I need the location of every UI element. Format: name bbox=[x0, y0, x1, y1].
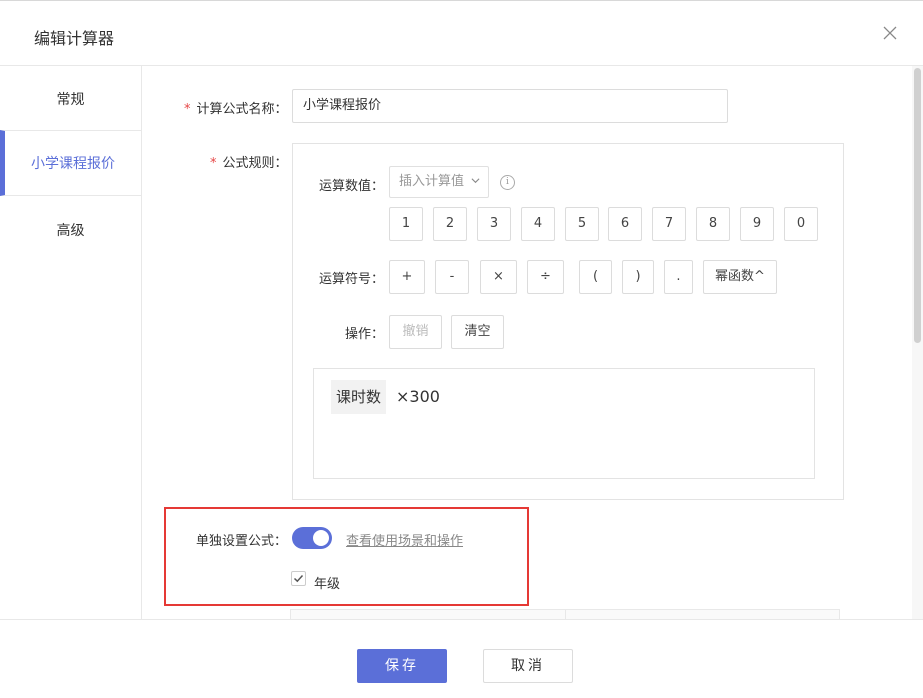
separate-formula-label: 单独设置公式： bbox=[196, 534, 288, 549]
digit-key-1[interactable]: 1 bbox=[389, 207, 423, 241]
clear-button[interactable]: 清空 bbox=[451, 315, 504, 349]
digit-key-2[interactable]: 2 bbox=[433, 207, 467, 241]
highlight-box bbox=[164, 507, 529, 606]
digit-key-8[interactable]: 8 bbox=[696, 207, 730, 241]
digit-key-4[interactable]: 4 bbox=[521, 207, 555, 241]
operator-plus-key[interactable]: + bbox=[389, 260, 425, 294]
main-scrollbar[interactable] bbox=[912, 66, 923, 619]
formula-name-input[interactable]: 小学课程报价 bbox=[292, 89, 728, 123]
usage-scenarios-link[interactable]: 查看使用场景和操作 bbox=[346, 530, 463, 549]
dialog-footer: 保存 取消 bbox=[0, 619, 923, 698]
operator-right-paren-key[interactable]: ) bbox=[622, 260, 654, 294]
values-label: 运算数值： bbox=[319, 179, 385, 194]
sidebar-item-general[interactable]: 常规 bbox=[0, 66, 141, 132]
digit-key-6[interactable]: 6 bbox=[608, 207, 642, 241]
close-icon[interactable] bbox=[880, 23, 900, 43]
operator-multiply-key[interactable]: × bbox=[480, 260, 517, 294]
checkmark-icon bbox=[293, 574, 304, 583]
sidebar-item-label: 小学课程报价 bbox=[31, 156, 115, 172]
sidebar-item-advanced[interactable]: 高级 bbox=[0, 197, 141, 263]
operator-left-paren-key[interactable]: ( bbox=[579, 260, 612, 294]
digit-key-3[interactable]: 3 bbox=[477, 207, 511, 241]
sidebar-item-label: 常规 bbox=[56, 92, 85, 108]
digit-key-5[interactable]: 5 bbox=[565, 207, 599, 241]
operator-dot-key[interactable]: . bbox=[664, 260, 693, 294]
formula-name-label: * 计算公式名称： bbox=[184, 102, 288, 117]
digit-key-0[interactable]: 0 bbox=[784, 207, 818, 241]
insert-value-placeholder: 插入计算值 bbox=[399, 174, 465, 189]
sidebar-item-primary-course-quote[interactable]: 小学课程报价 bbox=[0, 130, 141, 196]
operator-divide-key[interactable]: ÷ bbox=[527, 260, 564, 294]
power-function-button[interactable]: 幂函数^ bbox=[703, 260, 777, 294]
operators-label: 运算符号： bbox=[319, 272, 385, 287]
formula-rule-label: * 公式规则： bbox=[210, 156, 288, 171]
scrollbar-thumb[interactable] bbox=[914, 68, 921, 343]
expression-variable-token[interactable]: 课时数 bbox=[331, 380, 387, 414]
expression-text: ×300 bbox=[396, 387, 440, 406]
required-mark: * bbox=[184, 102, 191, 117]
insert-value-select[interactable]: 插入计算值 bbox=[389, 166, 489, 198]
grade-checkbox[interactable] bbox=[291, 571, 306, 586]
formula-expression-area[interactable]: 课时数 ×300 bbox=[313, 368, 815, 479]
grade-checkbox-label: 年级 bbox=[314, 577, 341, 592]
required-mark: * bbox=[210, 156, 217, 171]
actions-label: 操作： bbox=[345, 327, 385, 342]
dialog-header: 编辑计算器 bbox=[0, 0, 923, 66]
sidebar-item-label: 高级 bbox=[56, 223, 85, 239]
main-panel: * 计算公式名称： 小学课程报价 * 公式规则： 运算数值： 插入计算值 i 1 2… bbox=[142, 66, 912, 619]
info-icon[interactable]: i bbox=[500, 175, 515, 190]
toggle-knob bbox=[313, 530, 329, 546]
formula-rule-box: 运算数值： 插入计算值 i 1 2 3 4 5 6 7 8 9 0 运算符号： … bbox=[292, 143, 844, 500]
save-button[interactable]: 保存 bbox=[357, 649, 447, 683]
dialog-title: 编辑计算器 bbox=[34, 29, 115, 48]
chevron-down-icon bbox=[471, 178, 480, 184]
grade-table-header bbox=[290, 609, 840, 619]
digit-key-7[interactable]: 7 bbox=[652, 207, 686, 241]
digit-key-9[interactable]: 9 bbox=[740, 207, 774, 241]
operator-minus-key[interactable]: - bbox=[435, 260, 469, 294]
cancel-button[interactable]: 取消 bbox=[483, 649, 573, 683]
sidebar: 常规 小学课程报价 高级 bbox=[0, 66, 142, 619]
undo-button[interactable]: 撤销 bbox=[389, 315, 442, 349]
separate-formula-toggle[interactable] bbox=[292, 527, 332, 549]
